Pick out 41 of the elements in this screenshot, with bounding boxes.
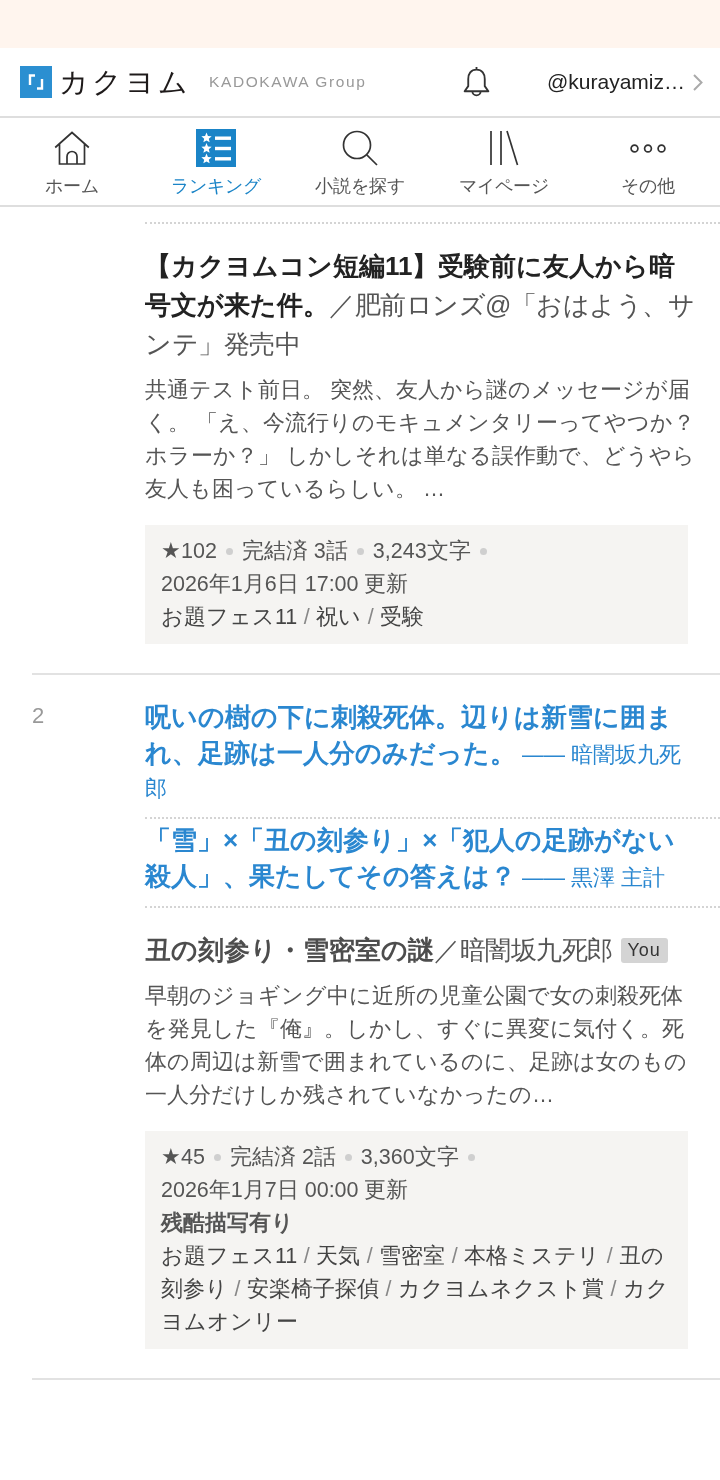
separator-dot-icon bbox=[479, 548, 487, 555]
rank-number: 2 bbox=[32, 703, 45, 728]
chevron-right-icon[interactable] bbox=[693, 73, 703, 91]
site-logo-text[interactable]: カクヨム bbox=[59, 64, 191, 100]
you-badge: You bbox=[620, 938, 668, 963]
nav-tab[interactable]: ランキング bbox=[144, 118, 288, 205]
work-description: 共通テスト前日。 突然、友人から謎のメッセージが届く。 「え、今流行りのモキュメンタリーってやつか？ホラーか？」 しかしそれは単なる誤作動で、どうやら友人も困っているらしい。 … bbox=[145, 376, 697, 503]
review-catchphrase[interactable]: 「雪」×「丑の刻参り」×「犯人の足跡がない殺人」、果たしてその答えは？ ―― 黒澤 主計 bbox=[145, 823, 688, 895]
bell-icon[interactable] bbox=[462, 66, 491, 98]
work-title[interactable]: 【カクヨムコン短編11】受験前に友人から暗号文が来た件。／肥前ロンズ@「おはよう、サンテ」発売中 bbox=[145, 247, 696, 364]
home-icon bbox=[54, 131, 90, 165]
episode-count: 完結済 2話 bbox=[229, 1144, 336, 1171]
separator-dot-icon bbox=[225, 548, 233, 555]
character-count: 3,360文字 bbox=[360, 1144, 459, 1171]
character-count: 3,243文字 bbox=[372, 538, 471, 565]
logo-mark-icon[interactable] bbox=[20, 66, 52, 98]
star-list-icon bbox=[196, 129, 236, 167]
episode-count: 完結済 3話 bbox=[241, 538, 348, 565]
bookshelf-icon bbox=[489, 130, 519, 166]
star-count: ★45 bbox=[161, 1144, 205, 1171]
more-icon bbox=[630, 143, 666, 153]
review-catchphrase[interactable]: 呪いの樹の下に刺殺死体。辺りは新雪に囲まれ、足跡は一人分のみだった。 ―― 暗闇坂九死郎 bbox=[145, 700, 688, 806]
username-link[interactable]: @kurayamiz… bbox=[547, 68, 685, 96]
update-date: 2026年1月7日 00:00 更新 bbox=[161, 1177, 410, 1204]
tag-list[interactable]: お題フェス11 / 天気 / 雪密室 / 本格ミステリ / 丑の刻参り / 安楽椅子探偵 / カクヨムネクスト賞 / カクヨムオンリー bbox=[161, 1240, 672, 1339]
separator-dot-icon bbox=[344, 1154, 352, 1161]
nav-tab[interactable]: その他 bbox=[576, 118, 720, 205]
work-description: 早朝のジョギング中に近所の児童公園で女の刺殺死体を発見した『俺』。しかし、すぐに異変に気付く。死体の周辺は新雪で囲まれているのに、足跡は女のもの一人分だけしか残されていなかったの… bbox=[145, 982, 688, 1109]
nav-tab[interactable]: マイページ bbox=[432, 118, 576, 205]
content-warning: 残酷描写有り bbox=[161, 1210, 295, 1237]
nav-tab[interactable]: 小説を探す bbox=[288, 118, 432, 205]
separator-dot-icon bbox=[356, 548, 364, 555]
work-title[interactable]: 丑の刻参り・雪密室の謎／暗闇坂九死郎 bbox=[145, 931, 613, 970]
separator-dot-icon bbox=[467, 1154, 475, 1161]
separator-dot-icon bbox=[213, 1154, 221, 1161]
star-count: ★102 bbox=[161, 538, 217, 565]
tag-list[interactable]: お題フェス11 / 祝い / 受験 bbox=[161, 601, 672, 634]
search-icon bbox=[342, 130, 378, 166]
nav-tab[interactable]: ホーム bbox=[0, 118, 144, 205]
group-label: KADOKAWA Group bbox=[209, 72, 367, 92]
update-date: 2026年1月6日 17:00 更新 bbox=[161, 571, 410, 598]
